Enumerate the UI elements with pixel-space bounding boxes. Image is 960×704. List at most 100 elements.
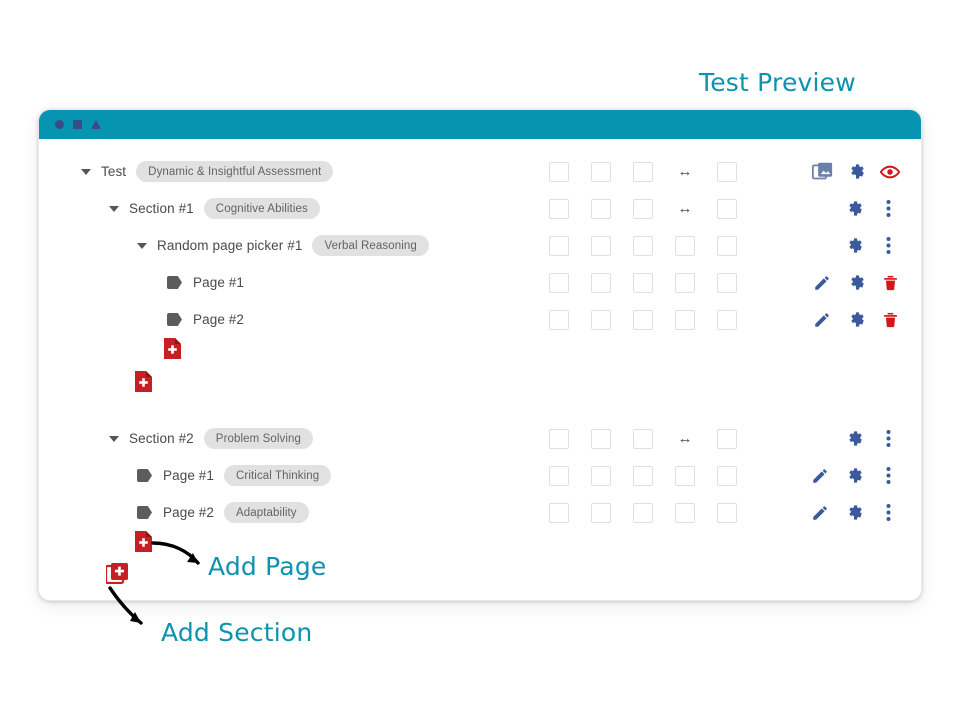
checkbox-1[interactable] — [549, 502, 569, 523]
checkbox-1[interactable] — [549, 272, 569, 293]
trash-icon[interactable] — [873, 301, 907, 338]
kebab-menu-icon[interactable] — [871, 494, 905, 531]
gear-icon[interactable] — [837, 457, 871, 494]
checkbox-1[interactable] — [549, 428, 569, 449]
trash-icon[interactable] — [873, 264, 907, 301]
row-badge: Dynamic & Insightful Assessment — [136, 161, 334, 182]
checkbox-5[interactable] — [717, 235, 737, 256]
row-controls — [549, 502, 737, 523]
resize-arrow-icon[interactable]: ↔ — [675, 429, 695, 449]
table-row[interactable]: Page #1 Critical Thinking — [39, 457, 921, 494]
checkbox-4[interactable] — [675, 272, 695, 293]
checkbox-2[interactable] — [591, 309, 611, 330]
caret-down-icon[interactable] — [109, 435, 119, 442]
pencil-icon[interactable] — [803, 494, 837, 531]
gear-icon[interactable] — [837, 494, 871, 531]
checkbox-4[interactable] — [675, 465, 695, 486]
caret-down-icon[interactable] — [81, 168, 91, 175]
checkbox-5[interactable] — [717, 502, 737, 523]
tag-icon — [167, 276, 182, 289]
checkbox-4[interactable] — [675, 309, 695, 330]
row-label: Test — [101, 164, 127, 179]
resize-arrow-icon[interactable]: ↔ — [675, 199, 695, 219]
tag-icon — [137, 506, 152, 519]
caret-down-icon[interactable] — [137, 242, 147, 249]
row-actions — [803, 457, 905, 494]
gear-icon[interactable] — [839, 301, 873, 338]
checkbox-2[interactable] — [591, 235, 611, 256]
kebab-menu-icon[interactable] — [871, 420, 905, 457]
checkbox-4[interactable] — [675, 235, 695, 256]
table-row[interactable]: Section #1 Cognitive Abilities ↔ — [39, 190, 921, 227]
gear-icon[interactable] — [839, 264, 873, 301]
arrow-to-add-section-icon — [108, 586, 143, 625]
checkbox-2[interactable] — [591, 502, 611, 523]
images-icon[interactable] — [805, 153, 839, 190]
checkbox-3[interactable] — [633, 272, 653, 293]
checkbox-2[interactable] — [591, 428, 611, 449]
table-row[interactable]: Page #2 Adaptability — [39, 494, 921, 531]
eye-icon[interactable] — [873, 153, 907, 190]
checkbox-2[interactable] — [591, 465, 611, 486]
checkbox-3[interactable] — [633, 235, 653, 256]
checkbox-1[interactable] — [549, 161, 569, 182]
row-controls: ↔ — [549, 161, 737, 182]
table-row[interactable]: Test Dynamic & Insightful Assessment ↔ — [39, 153, 921, 190]
checkbox-2[interactable] — [591, 161, 611, 182]
circle-icon[interactable] — [55, 120, 64, 129]
checkbox-1[interactable] — [549, 198, 569, 219]
table-row[interactable]: Section #2 Problem Solving ↔ — [39, 420, 921, 457]
caret-down-icon[interactable] — [109, 205, 119, 212]
gear-icon[interactable] — [837, 190, 871, 227]
row-badge: Critical Thinking — [224, 465, 332, 486]
resize-arrow-icon[interactable]: ↔ — [675, 162, 695, 182]
checkbox-1[interactable] — [549, 465, 569, 486]
table-row[interactable]: Page #1 — [39, 264, 921, 301]
pencil-icon[interactable] — [805, 301, 839, 338]
app-window: Test Dynamic & Insightful Assessment ↔ S… — [38, 109, 922, 601]
row-actions — [837, 227, 905, 264]
row-controls — [549, 465, 737, 486]
kebab-menu-icon[interactable] — [871, 227, 905, 264]
row-actions — [805, 153, 907, 190]
checkbox-5[interactable] — [717, 309, 737, 330]
annotation-test-preview: Test Preview — [699, 68, 856, 97]
pencil-icon[interactable] — [803, 457, 837, 494]
checkbox-5[interactable] — [717, 161, 737, 182]
row-label: Section #1 — [129, 201, 194, 216]
annotation-add-page: Add Page — [208, 552, 327, 581]
checkbox-1[interactable] — [549, 309, 569, 330]
add-page-button[interactable] — [164, 338, 181, 359]
checkbox-3[interactable] — [633, 309, 653, 330]
checkbox-1[interactable] — [549, 235, 569, 256]
checkbox-5[interactable] — [717, 272, 737, 293]
gear-icon[interactable] — [837, 227, 871, 264]
kebab-menu-icon[interactable] — [871, 457, 905, 494]
checkbox-3[interactable] — [633, 198, 653, 219]
annotation-add-section: Add Section — [161, 618, 313, 647]
row-label: Section #2 — [129, 431, 194, 446]
checkbox-3[interactable] — [633, 502, 653, 523]
gear-icon[interactable] — [839, 153, 873, 190]
triangle-icon[interactable] — [91, 120, 101, 129]
row-controls: ↔ — [549, 428, 737, 449]
row-label: Page #2 — [193, 312, 244, 327]
checkbox-5[interactable] — [717, 198, 737, 219]
add-page-button[interactable] — [135, 371, 152, 392]
checkbox-5[interactable] — [717, 465, 737, 486]
pencil-icon[interactable] — [805, 264, 839, 301]
checkbox-2[interactable] — [591, 198, 611, 219]
checkbox-3[interactable] — [633, 161, 653, 182]
checkbox-2[interactable] — [591, 272, 611, 293]
gear-icon[interactable] — [837, 420, 871, 457]
checkbox-3[interactable] — [633, 428, 653, 449]
checkbox-4[interactable] — [675, 502, 695, 523]
checkbox-5[interactable] — [717, 428, 737, 449]
kebab-menu-icon[interactable] — [871, 190, 905, 227]
table-row[interactable]: Random page picker #1 Verbal Reasoning — [39, 227, 921, 264]
row-actions — [803, 494, 905, 531]
square-icon[interactable] — [73, 120, 82, 129]
row-controls — [549, 309, 737, 330]
table-row[interactable]: Page #2 — [39, 301, 921, 338]
checkbox-3[interactable] — [633, 465, 653, 486]
